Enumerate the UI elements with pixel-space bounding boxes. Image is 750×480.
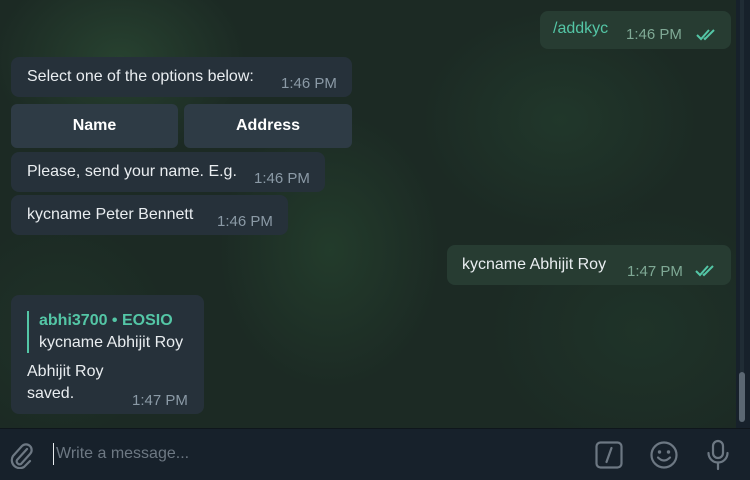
message-text: Select one of the options below:: [27, 68, 254, 85]
message-time: 1:46 PM: [626, 26, 682, 43]
keyboard-button-name[interactable]: Name: [11, 104, 178, 148]
chat-history: /addkyc 1:46 PM Select one of the option…: [0, 0, 736, 428]
double-check-icon: [695, 265, 714, 277]
incoming-message[interactable]: kycname Peter Bennett 1:46 PM: [11, 195, 288, 235]
double-check-icon: [696, 29, 715, 41]
incoming-message[interactable]: abhi3700 • EOSIO kycname Abhijit Roy Abh…: [11, 295, 204, 414]
message-time: 1:47 PM: [627, 263, 683, 280]
outgoing-message[interactable]: /addkyc 1:46 PM: [540, 11, 731, 49]
reply-author[interactable]: abhi3700 • EOSIO: [39, 311, 173, 331]
smiley-icon[interactable]: [649, 440, 679, 470]
message-input[interactable]: [52, 440, 556, 468]
message-time: 1:46 PM: [281, 75, 337, 92]
message-composer: [0, 428, 750, 480]
message-text: kycname Peter Bennett: [27, 206, 194, 223]
slash-commands-icon[interactable]: [595, 441, 623, 469]
incoming-message[interactable]: Select one of the options below: 1:46 PM: [11, 57, 352, 97]
incoming-message[interactable]: Please, send your name. E.g. 1:46 PM: [11, 152, 325, 192]
paperclip-icon[interactable]: [8, 441, 34, 469]
message-time: 1:46 PM: [254, 170, 310, 187]
scrollbar-thumb[interactable]: [739, 372, 745, 422]
reply-quote-bar: [27, 311, 29, 353]
reply-text[interactable]: kycname Abhijit Roy: [39, 333, 183, 353]
message-text-line: saved.: [27, 385, 75, 402]
message-time: 1:47 PM: [132, 392, 188, 409]
keyboard-button-address[interactable]: Address: [184, 104, 352, 148]
message-text: kycname Abhijit Roy: [462, 256, 607, 273]
message-text: Please, send your name. E.g.: [27, 163, 237, 180]
scrollbar-rail: [740, 0, 744, 372]
command-link[interactable]: /addkyc: [553, 19, 608, 39]
outgoing-message[interactable]: kycname Abhijit Roy 1:47 PM: [447, 245, 731, 285]
microphone-icon[interactable]: [705, 439, 731, 471]
message-text-line: Abhijit Roy: [27, 363, 104, 380]
message-time: 1:46 PM: [217, 213, 273, 230]
